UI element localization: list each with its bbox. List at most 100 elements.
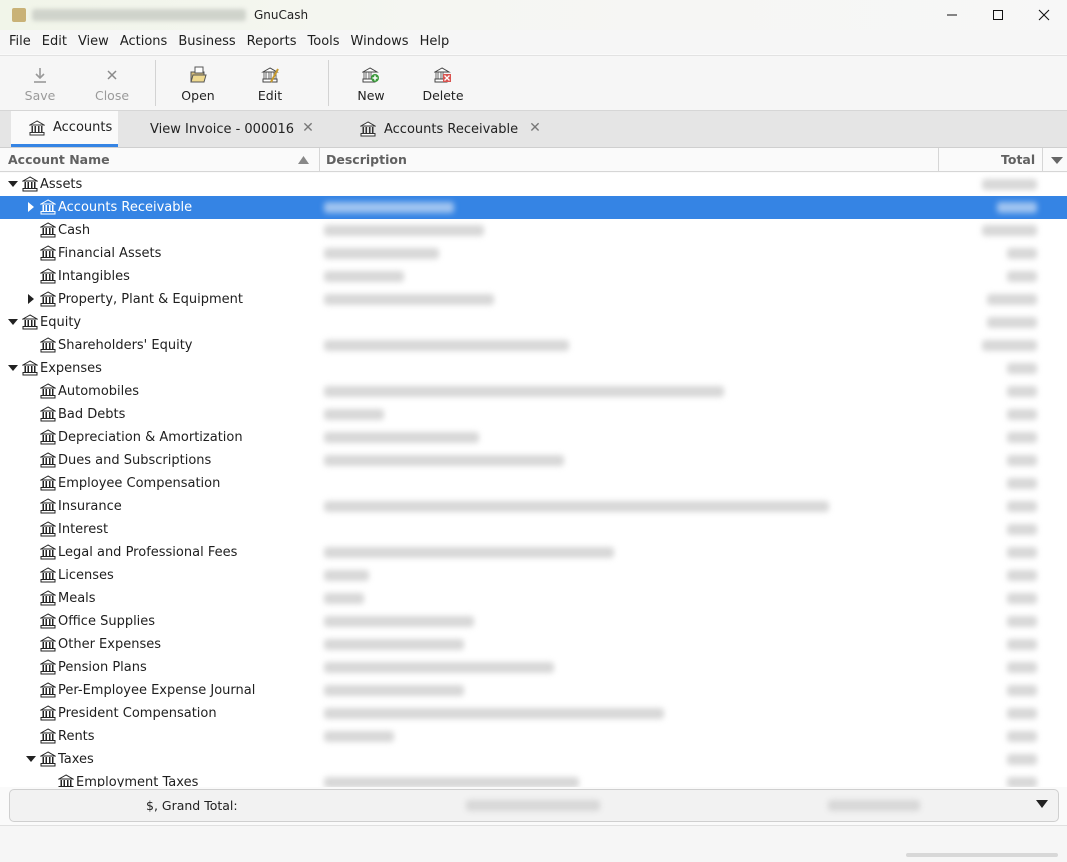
expander-expanded-icon[interactable] xyxy=(8,317,18,327)
tab-accounts-label: Accounts xyxy=(53,120,113,135)
column-chooser-icon[interactable] xyxy=(1051,157,1063,164)
account-row-meals[interactable]: Meals xyxy=(0,587,1067,610)
column-account-name[interactable]: Account Name xyxy=(8,148,110,172)
account-description-redacted xyxy=(324,501,829,512)
menu-business[interactable]: Business xyxy=(173,30,240,54)
tab-accounts[interactable]: Accounts xyxy=(11,111,118,147)
account-row-taxes[interactable]: Taxes xyxy=(0,748,1067,771)
account-description-redacted xyxy=(324,570,369,581)
account-row-equity[interactable]: Equity xyxy=(0,311,1067,334)
account-row-legal-and-professional-fees[interactable]: Legal and Professional Fees xyxy=(0,541,1067,564)
account-description-redacted xyxy=(324,386,724,397)
account-row-dues-and-subscriptions[interactable]: Dues and Subscriptions xyxy=(0,449,1067,472)
bank-icon xyxy=(40,498,56,514)
account-row-automobiles[interactable]: Automobiles xyxy=(0,380,1067,403)
open-button[interactable]: Open xyxy=(156,56,240,110)
account-total-redacted xyxy=(1007,547,1037,558)
account-row-depreciation-amortization[interactable]: Depreciation & Amortization xyxy=(0,426,1067,449)
account-row-other-expenses[interactable]: Other Expenses xyxy=(0,633,1067,656)
edit-button[interactable]: Edit xyxy=(240,56,300,110)
menu-windows[interactable]: Windows xyxy=(346,30,414,54)
account-name: Other Expenses xyxy=(58,637,161,652)
menu-file[interactable]: File xyxy=(4,30,36,54)
maximize-icon xyxy=(993,10,1003,20)
account-row-office-supplies[interactable]: Office Supplies xyxy=(0,610,1067,633)
tab-view-invoice-close-icon[interactable]: ✕ xyxy=(301,121,315,135)
column-description[interactable]: Description xyxy=(326,148,407,172)
account-name: Bad Debts xyxy=(58,407,126,422)
save-button[interactable]: Save xyxy=(0,56,80,110)
account-total-redacted xyxy=(982,225,1037,236)
account-row-bad-debts[interactable]: Bad Debts xyxy=(0,403,1067,426)
account-name: Automobiles xyxy=(58,384,140,399)
account-row-pension-plans[interactable]: Pension Plans xyxy=(0,656,1067,679)
bank-icon xyxy=(29,119,45,136)
bank-icon xyxy=(22,314,38,330)
account-row-accounts-receivable[interactable]: Accounts Receivable xyxy=(0,196,1067,219)
new-account-icon xyxy=(362,66,379,82)
delete-button[interactable]: Delete xyxy=(413,56,473,110)
new-button[interactable]: New xyxy=(329,56,413,110)
account-name: Legal and Professional Fees xyxy=(58,545,238,560)
bank-icon xyxy=(40,429,56,445)
account-name: Meals xyxy=(58,591,96,606)
expander-expanded-icon[interactable] xyxy=(8,179,18,189)
maximize-button[interactable] xyxy=(975,0,1021,30)
account-total-redacted xyxy=(1007,386,1037,397)
bank-icon xyxy=(40,659,56,675)
bank-icon xyxy=(22,360,38,376)
account-total-redacted xyxy=(1007,593,1037,604)
account-row-president-compensation[interactable]: President Compensation xyxy=(0,702,1067,725)
menu-tools[interactable]: Tools xyxy=(303,30,345,54)
account-row-rents[interactable]: Rents xyxy=(0,725,1067,748)
menu-reports[interactable]: Reports xyxy=(242,30,302,54)
account-row-assets[interactable]: Assets xyxy=(0,173,1067,196)
bank-icon xyxy=(40,245,56,261)
tab-accounts-receivable-close-icon[interactable]: ✕ xyxy=(528,121,542,135)
expander-collapsed-icon[interactable] xyxy=(26,294,36,304)
account-row-licenses[interactable]: Licenses xyxy=(0,564,1067,587)
account-row-intangibles[interactable]: Intangibles xyxy=(0,265,1067,288)
account-row-interest[interactable]: Interest xyxy=(0,518,1067,541)
close-icon xyxy=(1038,9,1050,21)
column-separator[interactable] xyxy=(319,148,320,172)
account-total-redacted xyxy=(1007,455,1037,466)
account-row-per-employee-expense-journal[interactable]: Per-Employee Expense Journal xyxy=(0,679,1067,702)
tab-view-invoice[interactable]: View Invoice - 000016 xyxy=(150,111,294,147)
bank-icon xyxy=(40,613,56,629)
account-total-redacted xyxy=(1007,478,1037,489)
account-total-redacted xyxy=(1007,432,1037,443)
account-total-redacted xyxy=(1007,248,1037,259)
account-row-employee-compensation[interactable]: Employee Compensation xyxy=(0,472,1067,495)
column-separator[interactable] xyxy=(1042,148,1043,172)
summary-dropdown-icon[interactable] xyxy=(1036,800,1048,808)
menu-actions[interactable]: Actions xyxy=(115,30,173,54)
close-tab-button[interactable]: Close xyxy=(80,56,144,110)
account-row-shareholders-equity[interactable]: Shareholders' Equity xyxy=(0,334,1067,357)
delete-account-icon xyxy=(434,66,451,82)
account-row-financial-assets[interactable]: Financial Assets xyxy=(0,242,1067,265)
bank-icon xyxy=(40,682,56,698)
expander-expanded-icon[interactable] xyxy=(8,363,18,373)
account-description-redacted xyxy=(324,202,454,213)
account-row-cash[interactable]: Cash xyxy=(0,219,1067,242)
minimize-button[interactable] xyxy=(929,0,975,30)
column-separator[interactable] xyxy=(938,148,939,172)
expander-expanded-icon[interactable] xyxy=(26,754,36,764)
menu-view[interactable]: View xyxy=(73,30,114,54)
account-name: Depreciation & Amortization xyxy=(58,430,243,445)
expander-collapsed-icon[interactable] xyxy=(26,202,36,212)
account-row-property-plant-equipment[interactable]: Property, Plant & Equipment xyxy=(0,288,1067,311)
menu-edit[interactable]: Edit xyxy=(37,30,72,54)
account-row-insurance[interactable]: Insurance xyxy=(0,495,1067,518)
menu-help[interactable]: Help xyxy=(415,30,455,54)
account-name: Expenses xyxy=(40,361,102,376)
column-total[interactable]: Total xyxy=(1001,148,1035,172)
account-description-redacted xyxy=(324,294,494,305)
bank-icon xyxy=(40,452,56,468)
close-window-button[interactable] xyxy=(1021,0,1067,30)
tab-accounts-receivable[interactable]: Accounts Receivable xyxy=(360,111,518,147)
account-row-employment-taxes[interactable]: Employment Taxes xyxy=(0,771,1067,787)
account-total-redacted xyxy=(987,294,1037,305)
account-row-expenses[interactable]: Expenses xyxy=(0,357,1067,380)
